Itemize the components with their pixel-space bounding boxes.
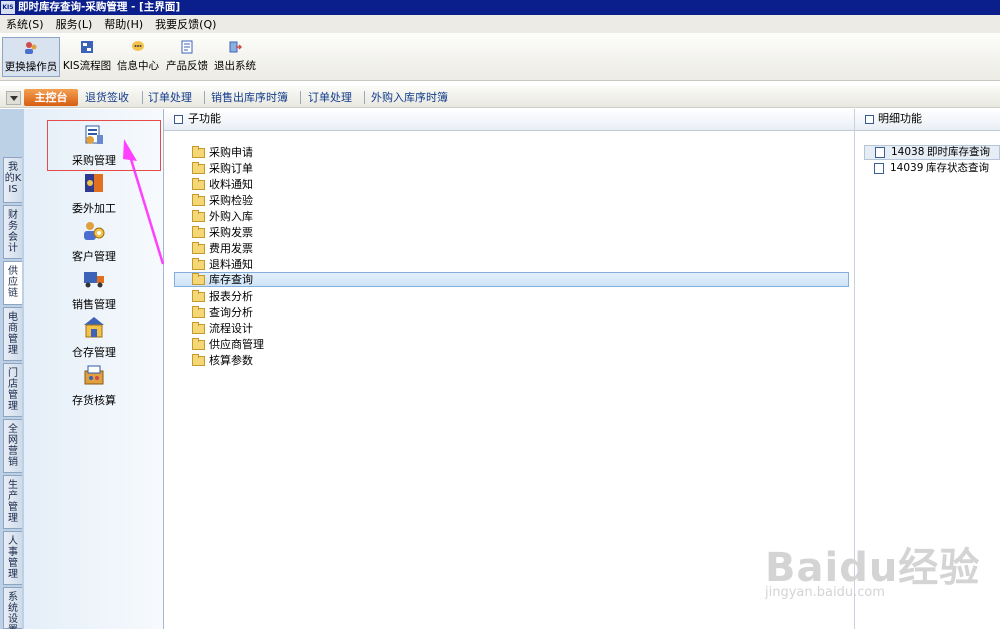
warehouse-icon: [84, 317, 104, 338]
folder-icon: [192, 353, 205, 366]
side-tab-store[interactable]: 门店管理: [3, 363, 22, 417]
side-tab-production[interactable]: 生产管理: [3, 475, 22, 529]
toolbar: 更换操作员 KIS流程图 信息中心 产品反馈 退出系统: [0, 33, 1000, 81]
sub-item-expense-invoice[interactable]: 费用发票: [192, 241, 253, 256]
window-title: 即时库存查询-采购管理 - [主界面]: [18, 1, 181, 13]
sub-item-inventory-query[interactable]: 库存查询: [174, 272, 849, 287]
tab-separator: [142, 91, 143, 104]
side-tab-hr[interactable]: 人事管理: [3, 531, 22, 585]
folder-icon: [192, 337, 205, 350]
sub-function-header: 子功能: [164, 109, 854, 131]
sub-item-process-design[interactable]: 流程设计: [192, 321, 253, 336]
detail-function-header: 明细功能: [855, 109, 1000, 131]
message-icon: [132, 41, 144, 51]
tab-dropdown-button[interactable]: [6, 91, 21, 105]
exit-icon: [229, 41, 242, 53]
baidu-watermark: Baidu经验 jingyan.baidu.com: [765, 545, 981, 600]
kis-flowchart-button[interactable]: KIS流程图: [62, 37, 112, 77]
detail-item-realtime-inventory[interactable]: 14038 即时库存查询: [864, 145, 1000, 160]
flowchart-icon: [81, 41, 93, 53]
tab-order-processing[interactable]: 订单处理: [148, 89, 192, 106]
sub-item-purchase-inbound[interactable]: 外购入库: [192, 209, 253, 224]
tab-main-console[interactable]: 主控台: [24, 89, 78, 106]
side-tab-ecommerce[interactable]: 电商管理: [3, 307, 22, 361]
switch-operator-button[interactable]: 更换操作员: [2, 37, 60, 77]
work-area: 我的KIS 财务会计 供应链 电商管理 门店管理 全网营销 生产管理 人事管理 …: [0, 109, 1000, 629]
message-center-button[interactable]: 信息中心: [115, 37, 161, 77]
user-switch-icon: [25, 42, 37, 54]
exit-system-button[interactable]: 退出系统: [212, 37, 258, 77]
nav-inventory-accounting[interactable]: 存货核算: [24, 363, 164, 408]
app-logo-icon: KIS: [1, 1, 15, 14]
inventory-accounting-icon: [84, 365, 104, 385]
sub-item-purchase-inspection[interactable]: 采购检验: [192, 193, 253, 208]
folder-icon: [192, 321, 205, 334]
nav-warehouse-management[interactable]: 仓存管理: [24, 315, 164, 360]
sub-item-return-notice[interactable]: 退料通知: [192, 257, 253, 272]
tab-sales-outbound-journal[interactable]: 销售出库序时簿: [211, 89, 288, 106]
title-bar: KIS 即时库存查询-采购管理 - [主界面]: [0, 0, 1000, 15]
tab-separator: [364, 91, 365, 104]
side-tab-marketing[interactable]: 全网营销: [3, 419, 22, 473]
menu-help[interactable]: 帮助(H): [104, 16, 143, 32]
sub-item-receiving-notice[interactable]: 收料通知: [192, 177, 253, 192]
sub-item-purchase-order[interactable]: 采购订单: [192, 161, 253, 176]
tab-return-receipt[interactable]: 退货签收: [85, 89, 129, 106]
sub-item-purchase-request[interactable]: 采购申请: [192, 145, 253, 160]
menu-feedback[interactable]: 我要反馈(Q): [155, 16, 216, 32]
folder-icon: [192, 305, 205, 318]
sub-item-supplier-management[interactable]: 供应商管理: [192, 337, 264, 352]
menu-bar: 系统(S) 服务(L) 帮助(H) 我要反馈(Q): [0, 15, 1000, 33]
document-icon: [874, 163, 884, 174]
tab-strip: 主控台 退货签收 订单处理 销售出库序时簿 订单处理 外购入库序时簿: [0, 86, 1000, 108]
annotation-arrow: [123, 139, 165, 265]
sub-item-report-analysis[interactable]: 报表分析: [192, 289, 253, 304]
tab-order-processing-2[interactable]: 订单处理: [308, 89, 352, 106]
sub-item-accounting-params[interactable]: 核算参数: [192, 353, 253, 368]
tab-separator: [300, 91, 301, 104]
tab-purchase-inbound-journal[interactable]: 外购入库序时簿: [371, 89, 448, 106]
menu-system[interactable]: 系统(S): [6, 16, 44, 32]
detail-item-inventory-status[interactable]: 14039 库存状态查询: [864, 161, 1000, 176]
sub-function-panel: 子功能 采购申请 采购订单 收料通知 采购检验 外购入库 采购发票 费用发票 退…: [164, 109, 855, 629]
menu-service[interactable]: 服务(L): [56, 16, 93, 32]
tab-separator: [204, 91, 205, 104]
sub-item-purchase-invoice[interactable]: 采购发票: [192, 225, 253, 240]
side-tab-settings[interactable]: 系统设置: [3, 587, 22, 629]
feedback-icon: [181, 40, 193, 54]
sub-item-query-analysis[interactable]: 查询分析: [192, 305, 253, 320]
document-icon: [875, 147, 885, 158]
product-feedback-button[interactable]: 产品反馈: [164, 37, 210, 77]
